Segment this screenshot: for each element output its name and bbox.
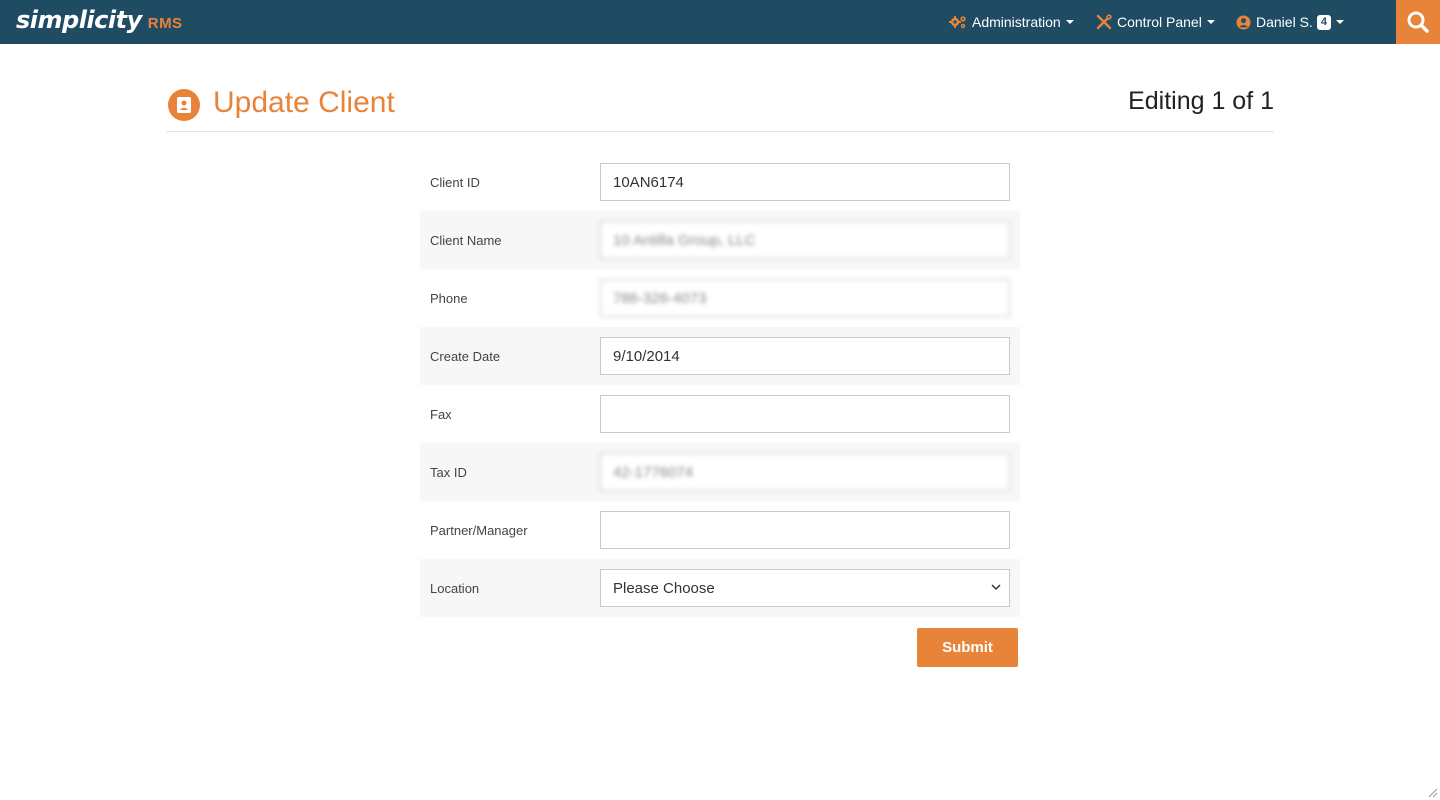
location-label: Location (430, 580, 480, 596)
contact-card-icon (168, 89, 200, 121)
create-date-label: Create Date (430, 348, 501, 364)
tax-id-input[interactable] (600, 453, 1010, 491)
submit-button[interactable]: Submit (917, 628, 1018, 667)
form-row-client-id: Client ID (420, 153, 1020, 211)
form-row-tax-id: Tax ID (420, 443, 1020, 501)
notification-badge: 4 (1316, 14, 1331, 30)
resize-handle-icon[interactable] (1426, 786, 1438, 798)
client-id-label: Client ID (430, 174, 480, 190)
tax-id-label: Tax ID (430, 464, 467, 480)
user-circle-icon (1236, 14, 1251, 30)
brand-logo[interactable]: simplicity RMS (16, 6, 183, 34)
page-title: Update Client (213, 86, 395, 119)
form-row-partner-manager: Partner/Manager (420, 501, 1020, 559)
client-name-input[interactable] (600, 221, 1010, 259)
partner-manager-input[interactable] (600, 511, 1010, 549)
nav-control-panel-label: Control Panel (1117, 14, 1202, 30)
partner-manager-label: Partner/Manager (430, 522, 528, 538)
page-header: Update Client Editing 1 of 1 (166, 84, 1274, 132)
caret-down-icon (1206, 20, 1215, 24)
form-row-client-name: Client Name (420, 211, 1020, 269)
editing-counter: Editing 1 of 1 (1128, 87, 1274, 115)
form-row-fax: Fax (420, 385, 1020, 443)
top-navbar: simplicity RMS Administration Control Pa… (0, 0, 1440, 44)
update-client-form: Client ID Client Name Phone Create Date … (420, 153, 1020, 617)
caret-down-icon (1065, 20, 1074, 24)
user-name: Daniel S. (1256, 14, 1313, 30)
nav-administration-label: Administration (972, 14, 1061, 30)
phone-label: Phone (430, 290, 468, 306)
gears-icon (949, 16, 966, 29)
create-date-input[interactable] (600, 337, 1010, 375)
nav-administration[interactable]: Administration (949, 0, 1074, 44)
chevron-down-icon (991, 584, 1001, 591)
form-row-location: Location Please Choose (420, 559, 1020, 617)
fax-label: Fax (430, 406, 452, 422)
client-id-input[interactable] (600, 163, 1010, 201)
location-select[interactable]: Please Choose (600, 569, 1010, 607)
form-row-phone: Phone (420, 269, 1020, 327)
brand-suffix: RMS (147, 15, 183, 32)
nav-control-panel[interactable]: Control Panel (1096, 0, 1215, 44)
brand-name: simplicity (16, 6, 142, 34)
caret-down-icon (1335, 20, 1344, 24)
location-selected-value: Please Choose (600, 569, 1010, 607)
search-button[interactable] (1396, 0, 1440, 44)
search-icon (1407, 11, 1429, 33)
form-row-create-date: Create Date (420, 327, 1020, 385)
client-name-label: Client Name (430, 232, 502, 248)
fax-input[interactable] (600, 395, 1010, 433)
tools-icon (1096, 14, 1112, 30)
nav-user-menu[interactable]: Daniel S. 4 (1236, 0, 1344, 44)
phone-input[interactable] (600, 279, 1010, 317)
